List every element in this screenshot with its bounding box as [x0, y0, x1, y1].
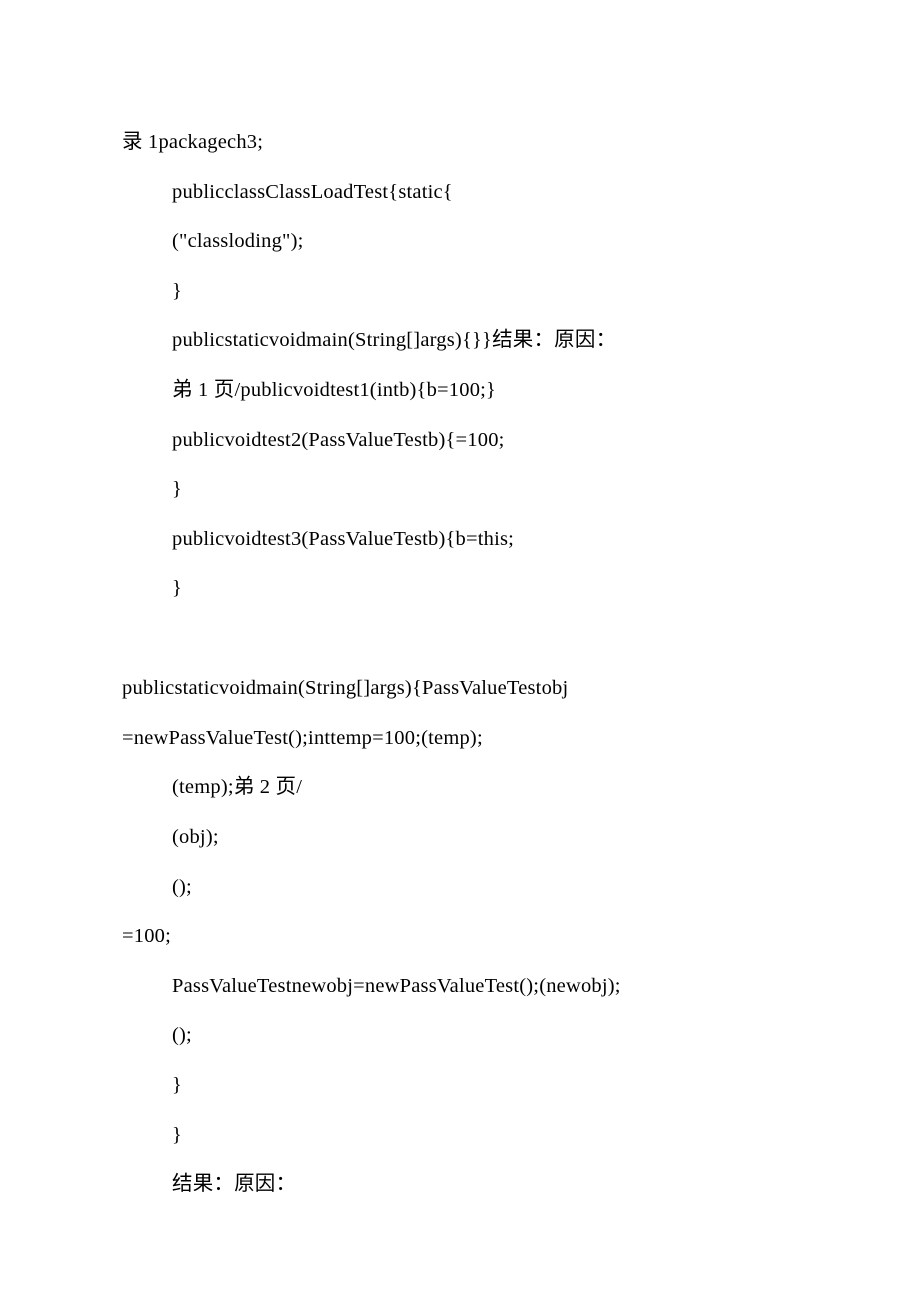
code-line: 录 1packagech3; [122, 118, 798, 168]
code-line: 结果：原因： [122, 1160, 798, 1210]
code-line: } [122, 267, 798, 317]
code-line: 弟 1 页/publicvoidtest1(intb){b=100;} [122, 366, 798, 416]
code-line: (); [122, 1011, 798, 1061]
code-line: =newPassValueTest();inttemp=100;(temp); [122, 714, 798, 764]
code-line: ("classloding"); [122, 217, 798, 267]
code-line: (obj); [122, 813, 798, 863]
code-line: } [122, 564, 798, 614]
code-line: } [122, 465, 798, 515]
code-line: (temp);弟 2 页/ [122, 763, 798, 813]
code-line: } [122, 1111, 798, 1161]
code-line: publicstaticvoidmain(String[]args){PassV… [122, 664, 798, 714]
blank-line [122, 614, 798, 664]
code-line: (); [122, 863, 798, 913]
code-line: publicvoidtest2(PassValueTestb){=100; [122, 416, 798, 466]
code-line: publicstaticvoidmain(String[]args){}}结果：… [122, 316, 798, 366]
code-line: } [122, 1061, 798, 1111]
code-line: publicvoidtest3(PassValueTestb){b=this; [122, 515, 798, 565]
code-line: PassValueTestnewobj=newPassValueTest();(… [122, 962, 798, 1012]
code-line: =100; [122, 912, 798, 962]
document-page: 录 1packagech3; publicclassClassLoadTest{… [0, 0, 920, 1270]
code-line: publicclassClassLoadTest{static{ [122, 168, 798, 218]
